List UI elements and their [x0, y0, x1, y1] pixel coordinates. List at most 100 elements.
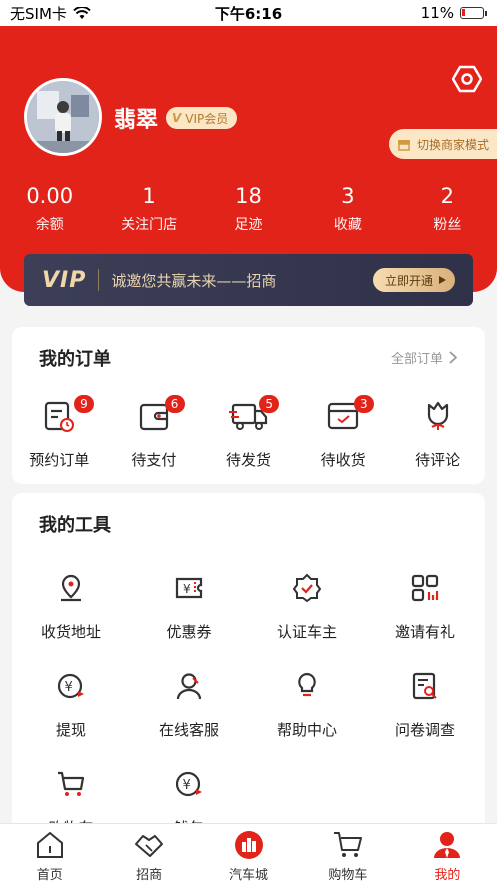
bottom-tab-bar: 首页 招商 汽车城 购物车 我的: [0, 823, 497, 883]
verify-badge-icon: [292, 573, 322, 603]
stat-favorites[interactable]: 3 收藏: [298, 182, 397, 242]
open-vip-label: 立即开通: [384, 273, 433, 288]
cart-icon: [58, 771, 85, 796]
tab-label: 招商: [136, 868, 163, 883]
stat-fans[interactable]: 2 粉丝: [398, 182, 497, 242]
tab-car-city[interactable]: 汽车城: [199, 824, 298, 883]
tool-survey[interactable]: 问卷调查: [366, 671, 484, 769]
customer-service-icon: [176, 673, 202, 700]
tool-customer-service[interactable]: 在线客服: [130, 671, 248, 769]
tab-label: 汽车城: [229, 868, 269, 883]
stat-value: 0.00: [26, 184, 74, 208]
vip-v-mark: V: [172, 111, 182, 125]
home-icon: [36, 831, 63, 858]
tab-label: 首页: [36, 868, 63, 883]
avatar[interactable]: [24, 78, 102, 156]
stat-label: 足迹: [234, 217, 263, 233]
tool-label: 帮助中心: [276, 721, 337, 739]
car-city-icon: [234, 831, 263, 859]
vip-member-label: VIP会员: [185, 111, 229, 126]
tool-label: 认证车主: [276, 623, 337, 641]
tab-home[interactable]: 首页: [0, 824, 99, 883]
all-orders-label: 全部订单: [390, 352, 443, 367]
svg-text:¥: ¥: [183, 778, 191, 793]
stat-value: 1: [142, 184, 156, 208]
wifi-icon: [73, 6, 91, 19]
order-badge: 3: [353, 395, 374, 413]
stat-value: 18: [235, 184, 262, 208]
wallet-yuan-icon: ¥: [175, 771, 202, 797]
switch-merchant-label: 切换商家模式: [417, 137, 490, 152]
stat-label: 粉丝: [433, 217, 462, 233]
order-pending-payment[interactable]: 6 待支付: [107, 395, 202, 470]
stat-balance[interactable]: 0.00 余额: [0, 182, 99, 242]
order-badge: 9: [74, 395, 94, 413]
tab-merchant[interactable]: 招商: [99, 824, 198, 883]
order-label: 待收货: [320, 451, 366, 469]
open-vip-button[interactable]: 立即开通: [372, 268, 455, 292]
order-pending-receipt[interactable]: 3 待收货: [296, 395, 391, 470]
stat-label: 收藏: [333, 217, 362, 233]
tools-grid: 收货地址 ¥ 优惠券 认证车主 邀请有礼 ¥ 提现 在线客服 帮助中心 问卷调查…: [12, 573, 485, 833]
order-label: 待支付: [131, 451, 177, 469]
tools-title: 我的工具: [39, 515, 111, 536]
stat-footprints[interactable]: 18 足迹: [199, 182, 298, 242]
svg-text:¥: ¥: [183, 582, 191, 596]
handshake-icon: [135, 835, 164, 857]
appointment-icon: [45, 401, 75, 432]
invite-grid-icon: [411, 574, 439, 602]
orders-card: 我的订单 全部订单 9 预约订单 6 待支付 5 待发货 3 待收货 待评论: [12, 327, 485, 484]
tab-label: 我的: [434, 868, 461, 883]
stat-followed-stores[interactable]: 1 关注门店: [99, 182, 198, 242]
cart-icon: [333, 832, 362, 857]
tool-label: 邀请有礼: [394, 623, 455, 641]
store-icon: [398, 140, 410, 151]
order-label: 待发货: [225, 451, 271, 469]
tool-coupon[interactable]: ¥ 优惠券: [130, 573, 248, 671]
status-time: 下午6:16: [214, 4, 283, 23]
order-badge: 6: [164, 395, 185, 413]
orders-title: 我的订单: [39, 349, 111, 370]
tool-help-center[interactable]: 帮助中心: [248, 671, 366, 769]
order-badge: 5: [259, 395, 280, 413]
tab-profile[interactable]: 我的: [398, 824, 497, 883]
carrier-label: 无SIM卡: [10, 4, 67, 23]
tool-invite[interactable]: 邀请有礼: [366, 573, 484, 671]
tool-label: 优惠券: [166, 623, 212, 641]
withdraw-icon: ¥: [57, 673, 84, 699]
battery-percent: 11%: [420, 4, 454, 22]
vip-banner[interactable]: VIP 诚邀您共赢未来——招商 立即开通: [24, 254, 473, 306]
avatar-photo: [27, 81, 99, 153]
battery-icon: [460, 7, 484, 19]
coupon-icon: ¥: [175, 577, 203, 599]
tool-withdraw[interactable]: ¥ 提现: [12, 671, 130, 769]
stats-row: 0.00 余额 1 关注门店 18 足迹 3 收藏 2 粉丝: [0, 182, 497, 242]
order-label: 待评论: [415, 451, 461, 469]
stat-label: 关注门店: [121, 217, 178, 233]
settings-icon[interactable]: [452, 64, 482, 94]
location-icon: [61, 574, 81, 602]
help-bulb-icon: [298, 672, 316, 697]
tool-address[interactable]: 收货地址: [12, 573, 130, 671]
tool-label: 收货地址: [40, 623, 101, 641]
svg-text:¥: ¥: [65, 680, 73, 695]
tool-label: 问卷调查: [394, 721, 455, 739]
order-label: 预约订单: [29, 451, 90, 469]
vip-banner-text: 诚邀您共赢未来——招商: [111, 271, 277, 290]
stat-value: 2: [440, 184, 455, 208]
switch-merchant-button[interactable]: 切换商家模式: [389, 129, 497, 159]
tab-label: 购物车: [328, 868, 368, 883]
tool-label: 提现: [55, 721, 86, 739]
order-pending-shipment[interactable]: 5 待发货: [201, 395, 296, 470]
tools-card: 我的工具 收货地址 ¥ 优惠券 认证车主 邀请有礼 ¥ 提现 在线客服 帮助中心…: [12, 493, 485, 833]
status-bar: 无SIM卡 下午6:16 11%: [0, 0, 497, 26]
vip-logo: VIP: [42, 267, 87, 293]
order-status-row: 9 预约订单 6 待支付 5 待发货 3 待收货 待评论: [12, 395, 485, 470]
flower-icon: [427, 401, 448, 430]
order-appointment[interactable]: 9 预约订单: [12, 395, 107, 470]
order-pending-review[interactable]: 待评论: [390, 399, 485, 470]
tab-cart[interactable]: 购物车: [298, 824, 397, 883]
all-orders-link[interactable]: 全部订单: [391, 348, 457, 367]
survey-icon: [412, 672, 437, 700]
tool-verify-owner[interactable]: 认证车主: [248, 573, 366, 671]
